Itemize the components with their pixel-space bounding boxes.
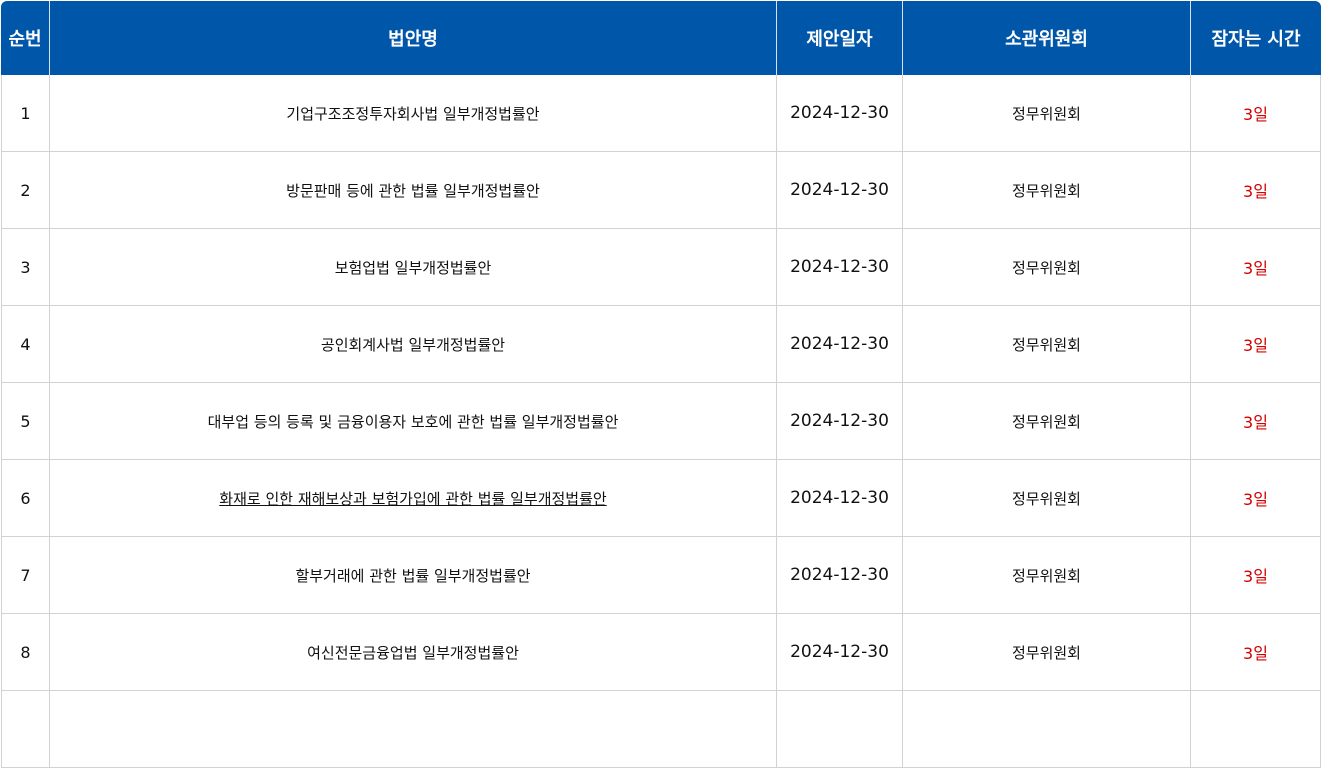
bill-name-link[interactable]: 할부거래에 관한 법률 일부개정법률안 (295, 567, 530, 585)
table-row-partial (1, 691, 1321, 768)
bill-list-table: 순번 법안명 제안일자 소관위원회 잠자는 시간 1 기업구조조정투자회사법 일… (1, 1, 1321, 768)
committee: 정무위원회 (902, 152, 1190, 229)
remaining-time: 3일 (1190, 152, 1321, 229)
empty-cell (1, 691, 49, 768)
proposal-date: 2024-12-30 (776, 75, 902, 152)
remaining-time: 3일 (1190, 383, 1321, 460)
table-row[interactable]: 7 할부거래에 관한 법률 일부개정법률안 2024-12-30 정무위원회 3… (1, 537, 1321, 614)
bill-name-cell: 공인회계사법 일부개정법률안 (49, 306, 776, 383)
empty-cell (49, 691, 776, 768)
bill-name-link[interactable]: 대부업 등의 등록 및 금융이용자 보호에 관한 법률 일부개정법률안 (208, 413, 619, 431)
committee: 정무위원회 (902, 306, 1190, 383)
remaining-time: 3일 (1190, 229, 1321, 306)
header-committee: 소관위원회 (902, 1, 1190, 75)
bill-name-cell: 할부거래에 관한 법률 일부개정법률안 (49, 537, 776, 614)
bill-list-table-container: 순번 법안명 제안일자 소관위원회 잠자는 시간 1 기업구조조정투자회사법 일… (1, 1, 1321, 768)
proposal-date: 2024-12-30 (776, 229, 902, 306)
row-number: 2 (1, 152, 49, 229)
table-header: 순번 법안명 제안일자 소관위원회 잠자는 시간 (1, 1, 1321, 75)
committee: 정무위원회 (902, 537, 1190, 614)
remaining-time: 3일 (1190, 75, 1321, 152)
bill-name-link[interactable]: 보험업법 일부개정법률안 (335, 259, 492, 277)
committee: 정무위원회 (902, 75, 1190, 152)
table-row[interactable]: 1 기업구조조정투자회사법 일부개정법률안 2024-12-30 정무위원회 3… (1, 75, 1321, 152)
bill-name-cell: 방문판매 등에 관한 법률 일부개정법률안 (49, 152, 776, 229)
bill-name-cell: 기업구조조정투자회사법 일부개정법률안 (49, 75, 776, 152)
table-row[interactable]: 2 방문판매 등에 관한 법률 일부개정법률안 2024-12-30 정무위원회… (1, 152, 1321, 229)
bill-name-link[interactable]: 공인회계사법 일부개정법률안 (321, 336, 505, 354)
committee: 정무위원회 (902, 383, 1190, 460)
bill-name-cell: 보험업법 일부개정법률안 (49, 229, 776, 306)
proposal-date: 2024-12-30 (776, 614, 902, 691)
table-row[interactable]: 4 공인회계사법 일부개정법률안 2024-12-30 정무위원회 3일 (1, 306, 1321, 383)
bill-name-link-hovered[interactable]: 화재로 인한 재해보상과 보험가입에 관한 법률 일부개정법률안 (219, 490, 606, 508)
bill-name-cell: 화재로 인한 재해보상과 보험가입에 관한 법률 일부개정법률안 (49, 460, 776, 537)
committee: 정무위원회 (902, 460, 1190, 537)
row-number: 7 (1, 537, 49, 614)
proposal-date: 2024-12-30 (776, 460, 902, 537)
header-row: 순번 법안명 제안일자 소관위원회 잠자는 시간 (1, 1, 1321, 75)
bill-name-cell: 대부업 등의 등록 및 금융이용자 보호에 관한 법률 일부개정법률안 (49, 383, 776, 460)
row-number: 5 (1, 383, 49, 460)
row-number: 4 (1, 306, 49, 383)
row-number: 8 (1, 614, 49, 691)
empty-cell (902, 691, 1190, 768)
table-body: 1 기업구조조정투자회사법 일부개정법률안 2024-12-30 정무위원회 3… (1, 75, 1321, 768)
bill-name-link[interactable]: 방문판매 등에 관한 법률 일부개정법률안 (286, 182, 540, 200)
proposal-date: 2024-12-30 (776, 306, 902, 383)
table-row[interactable]: 6 화재로 인한 재해보상과 보험가입에 관한 법률 일부개정법률안 2024-… (1, 460, 1321, 537)
remaining-time: 3일 (1190, 460, 1321, 537)
header-bill-name: 법안명 (49, 1, 776, 75)
header-proposal-date: 제안일자 (776, 1, 902, 75)
row-number: 6 (1, 460, 49, 537)
proposal-date: 2024-12-30 (776, 152, 902, 229)
table-row[interactable]: 5 대부업 등의 등록 및 금융이용자 보호에 관한 법률 일부개정법률안 20… (1, 383, 1321, 460)
empty-cell (776, 691, 902, 768)
bill-name-link[interactable]: 기업구조조정투자회사법 일부개정법률안 (286, 105, 539, 123)
row-number: 1 (1, 75, 49, 152)
committee: 정무위원회 (902, 229, 1190, 306)
bill-name-cell: 여신전문금융업법 일부개정법률안 (49, 614, 776, 691)
header-remaining-time: 잠자는 시간 (1190, 1, 1321, 75)
remaining-time: 3일 (1190, 537, 1321, 614)
proposal-date: 2024-12-30 (776, 537, 902, 614)
committee: 정무위원회 (902, 614, 1190, 691)
remaining-time: 3일 (1190, 614, 1321, 691)
empty-cell (1190, 691, 1321, 768)
bill-name-link[interactable]: 여신전문금융업법 일부개정법률안 (307, 644, 519, 662)
table-row[interactable]: 3 보험업법 일부개정법률안 2024-12-30 정무위원회 3일 (1, 229, 1321, 306)
row-number: 3 (1, 229, 49, 306)
remaining-time: 3일 (1190, 306, 1321, 383)
table-row[interactable]: 8 여신전문금융업법 일부개정법률안 2024-12-30 정무위원회 3일 (1, 614, 1321, 691)
header-number: 순번 (1, 1, 49, 75)
proposal-date: 2024-12-30 (776, 383, 902, 460)
